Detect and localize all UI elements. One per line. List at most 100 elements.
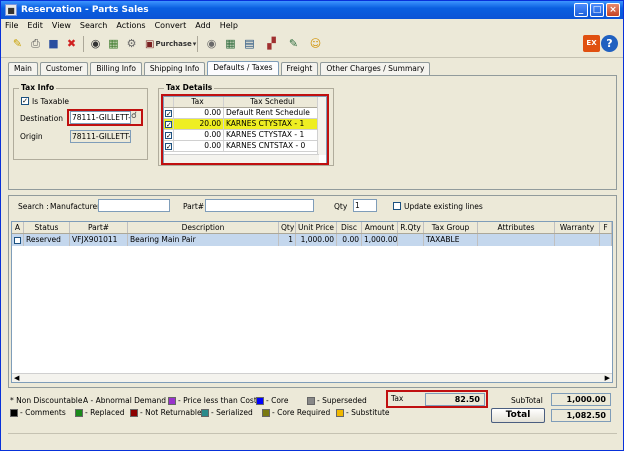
swatch-gray-icon [307,396,315,405]
print-icon[interactable]: ⎙ [27,35,44,52]
qty-input[interactable]: 1 [353,199,377,212]
legend-replaced: - Replaced [75,408,125,417]
smiley-icon[interactable]: ☺ [307,35,324,52]
cell-unit-price: 1,000.00 [296,234,337,246]
transfer-icon[interactable]: ▞ [263,35,280,52]
binoculars-icon[interactable]: ◉ [87,35,104,52]
cell-amount: 1,000.00 [364,234,398,246]
col-description[interactable]: Description [128,222,279,233]
subtotal-value: 1,000.00 [551,393,611,406]
col-rqty[interactable]: R.Qty [398,222,424,233]
tab-freight[interactable]: Freight [280,62,319,75]
title-bar[interactable]: ■ Reservation - Parts Sales _ □ × [1,1,623,19]
tab-other-charges[interactable]: Other Charges / Summary [320,62,431,75]
col-attributes[interactable]: Attributes [478,222,555,233]
legend-not-returnable: - Not Returnable [130,408,202,417]
scroll-left-icon[interactable]: ◀ [14,374,19,382]
window-title: Reservation - Parts Sales [21,5,149,15]
menu-file[interactable]: File [5,21,18,30]
document-icon[interactable]: ▤ [241,35,258,52]
maximize-button[interactable]: □ [590,3,604,17]
update-existing-label: Update existing lines [404,202,483,211]
settings-icon[interactable]: ⚙ [123,35,140,52]
is-taxable-label: Is Taxable [32,97,69,106]
calculator-icon[interactable]: ▦ [222,35,239,52]
inventory-icon[interactable]: ▦ [105,35,122,52]
tax-info-title: Tax Info [19,83,57,92]
menu-view[interactable]: View [52,21,71,30]
tab-defaults-taxes[interactable]: Defaults / Taxes [207,61,279,75]
status-bar [8,433,617,447]
tax-details-highlight [161,94,329,165]
destination-highlight [67,109,143,126]
cell-tax-group: TAXABLE [424,234,478,246]
part-input[interactable] [205,199,314,212]
col-unit-price[interactable]: Unit Price [296,222,337,233]
tax-details-title: Tax Details [164,83,215,92]
legend-core: - Core [256,396,288,405]
cell-description: Bearing Main Pair [128,234,279,246]
minimize-button[interactable]: _ [574,3,588,17]
tab-billing-info[interactable]: Billing Info [90,62,142,75]
legend-non-discountable: * Non Discountable [10,396,83,405]
col-f[interactable]: F [600,222,612,233]
col-qty[interactable]: Qty [279,222,296,233]
tab-shipping-info[interactable]: Shipping Info [143,62,206,75]
menu-add[interactable]: Add [195,21,211,30]
swatch-blue-icon [256,396,264,405]
save-icon[interactable]: ■ [45,35,62,52]
cell-warranty [555,234,600,246]
scroll-right-icon[interactable]: ▶ [605,374,610,382]
total-button[interactable]: Total [491,408,545,423]
edit-icon[interactable]: ✎ [285,35,302,52]
toolbar: ✎ ⎙ ■ ✖ ◉ ▦ ⚙ ▣ Purchase ▾ ◉ ▦ ▤ ▞ ✎ ☺ E… [1,32,623,58]
col-a[interactable]: A [12,222,24,233]
col-warranty[interactable]: Warranty [555,222,600,233]
cell-qty: 1 [279,234,296,246]
manufacturer-input[interactable] [98,199,170,212]
new-icon[interactable]: ✎ [9,35,26,52]
chevron-down-icon[interactable]: ▾ [193,40,197,48]
menu-convert[interactable]: Convert [155,21,187,30]
origin-label: Origin [20,132,43,141]
table-row[interactable]: Reserved VFJX901011 Bearing Main Pair 1 … [12,234,612,246]
close-button[interactable]: × [606,3,620,17]
menu-edit[interactable]: Edit [27,21,43,30]
col-tax-group[interactable]: Tax Group [424,222,478,233]
total-value: 1,082.50 [551,409,611,422]
legend-core-required: - Core Required [262,408,330,417]
delete-icon[interactable]: ✖ [63,35,80,52]
search-label: Search : [18,202,49,211]
col-disc[interactable]: Disc [337,222,362,233]
cell-rqty [398,234,424,246]
menu-help[interactable]: Help [220,21,238,30]
grid-horizontal-scrollbar[interactable]: ◀ ▶ [12,373,612,382]
origin-field: 78111-GILLETT-K [70,130,131,143]
swatch-black-icon [10,408,18,417]
tab-strip: Main Customer Billing Info Shipping Info… [8,61,432,75]
is-taxable-checkbox[interactable]: ✓ [21,97,29,105]
col-status[interactable]: Status [24,222,70,233]
cell-f [600,234,612,246]
swatch-green-icon [75,408,83,417]
col-part[interactable]: Part# [70,222,128,233]
row-checkbox[interactable] [14,236,21,244]
tab-customer[interactable]: Customer [39,62,89,75]
swatch-darkred-icon [130,408,138,417]
legend-substitute: - Substitute [336,408,390,417]
help-icon[interactable]: ? [601,35,618,52]
menu-search[interactable]: Search [80,21,107,30]
col-amount[interactable]: Amount [362,222,398,233]
exit-icon[interactable]: EX [583,35,600,52]
update-existing-checkbox[interactable] [393,202,401,210]
menu-bar: File Edit View Search Actions Convert Ad… [1,19,623,32]
qty-label: Qty [334,202,348,211]
app-window: ■ Reservation - Parts Sales _ □ × File E… [0,0,624,451]
destination-label: Destination [20,114,64,123]
camera-icon[interactable]: ◉ [203,35,220,52]
parts-grid: A Status Part# Description Qty Unit Pric… [11,221,613,383]
menu-actions[interactable]: Actions [116,21,145,30]
purchase-button[interactable]: ▣ Purchase ▾ [145,37,196,51]
tab-main[interactable]: Main [8,62,38,75]
legend-serialized: - Serialized [201,408,253,417]
